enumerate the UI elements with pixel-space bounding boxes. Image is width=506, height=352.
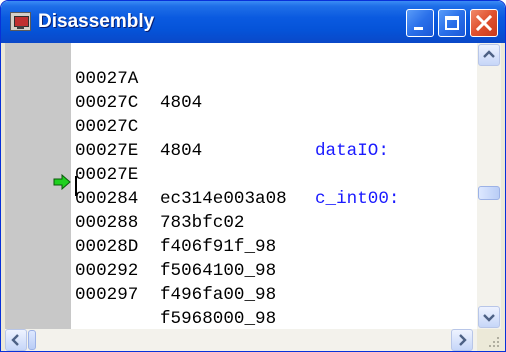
line-code: f5968000_98 (160, 309, 277, 329)
code-line[interactable]: 000284 783bfc02 (75, 163, 244, 233)
resize-grip-icon (489, 337, 499, 347)
text-caret (75, 176, 77, 196)
line-code: f406f91f_98 (160, 237, 277, 257)
scroll-down-button[interactable] (478, 306, 500, 328)
code-line[interactable]: 00027A 4804 (75, 43, 202, 113)
scroll-left-button[interactable] (5, 329, 27, 351)
horizontal-scrollbar[interactable] (5, 329, 477, 351)
line-label: c_int00: (315, 189, 400, 209)
minimize-icon (414, 27, 423, 30)
horizontal-scroll-thumb[interactable] (28, 330, 36, 350)
code-line[interactable]: 000292 f496fa00_98 (75, 235, 276, 305)
scroll-up-button[interactable] (478, 44, 500, 66)
title-bar[interactable]: Disassembly (1, 1, 505, 43)
line-code: 783bfc02 (160, 213, 245, 233)
close-button[interactable] (470, 9, 498, 37)
code-line[interactable]: 00027E ec314e003a08 (75, 139, 287, 209)
chevron-up-icon (483, 50, 495, 58)
code-line[interactable]: 00027E c_int00: (75, 115, 399, 209)
chevron-down-icon (483, 314, 495, 322)
code-line[interactable]: 00027C 4804 (75, 91, 202, 161)
resize-grip[interactable] (479, 329, 503, 351)
line-address: 000297 (75, 285, 139, 305)
chevron-right-icon (459, 334, 467, 346)
line-code: f496fa00_98 (160, 285, 277, 305)
line-label: dataIO: (315, 141, 389, 161)
disassembly-view[interactable]: 00027A 4804 00027C dataIO: 00027C 4804 0… (5, 43, 501, 329)
disassembly-window: Disassembly 00027A 4804 00027C dataIO: 0… (0, 0, 506, 352)
maximize-button[interactable] (438, 9, 466, 37)
line-code: 4804 (160, 141, 203, 161)
code-line[interactable]: 000288 f406f91f_98 (75, 187, 276, 257)
code-line[interactable]: 00027C dataIO: (75, 67, 389, 161)
line-code: 4804 (160, 93, 203, 113)
line-code: f5064100_98 (160, 261, 277, 281)
minimize-button[interactable] (406, 9, 434, 37)
green-arrow-icon (53, 174, 71, 190)
chevron-left-icon (11, 334, 19, 346)
code-line[interactable]: 000297 f5968000_98 (75, 259, 276, 329)
disassembly-window-icon[interactable] (10, 12, 31, 31)
vertical-scrollbar[interactable] (477, 43, 501, 329)
monitor-stand (17, 26, 24, 29)
code-lines[interactable]: 00027A 4804 00027C dataIO: 00027C 4804 0… (75, 43, 471, 329)
window-title: Disassembly (38, 11, 155, 32)
vertical-scroll-thumb[interactable] (478, 186, 500, 200)
close-icon (475, 14, 493, 32)
scroll-right-button[interactable] (451, 329, 473, 351)
code-line[interactable]: 00028D f5064100_98 (75, 211, 276, 281)
maximize-icon (445, 16, 459, 30)
line-code: ec314e003a08 (160, 189, 287, 209)
